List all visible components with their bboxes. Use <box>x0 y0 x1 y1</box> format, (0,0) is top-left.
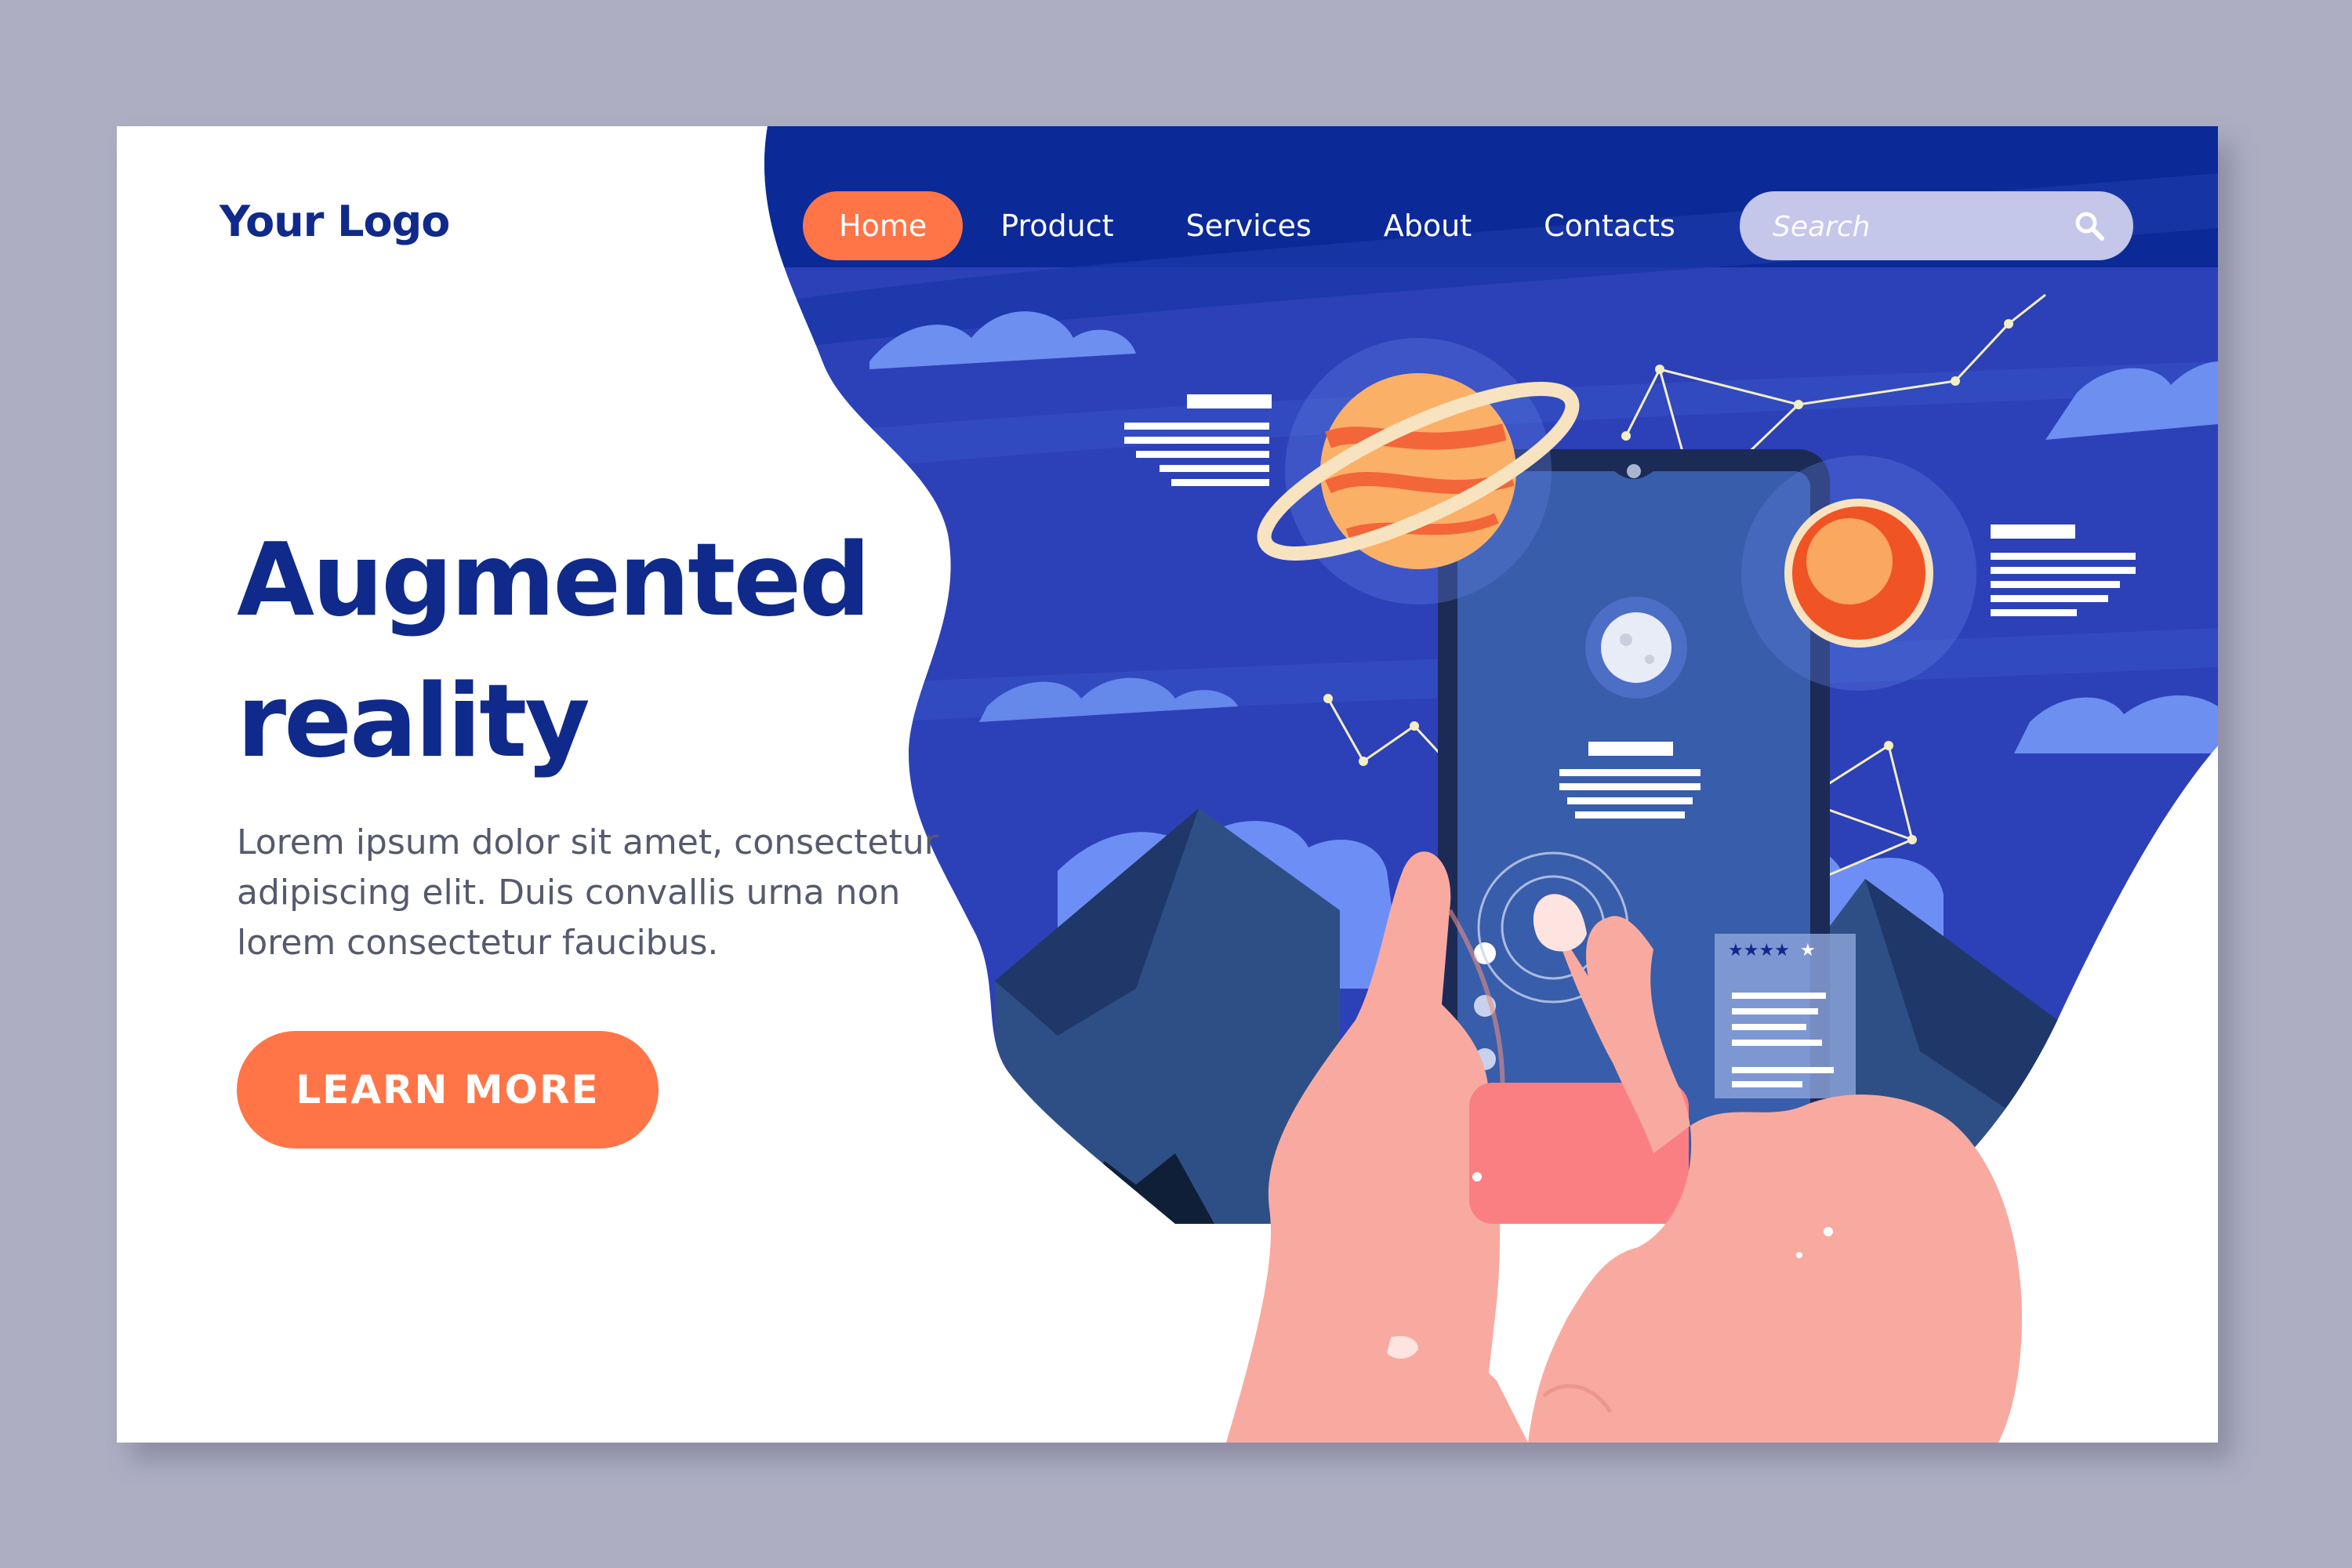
hero-title-line1: Augmented <box>237 522 871 639</box>
hero-description: Lorem ipsum dolor sit amet, consectetur … <box>237 822 938 963</box>
hero-title-line2: reality <box>237 663 590 780</box>
hero-title: Augmented reality <box>237 510 1099 793</box>
search-icon[interactable] <box>2074 210 2105 241</box>
nav-services[interactable]: Services <box>1150 191 1348 260</box>
sun-planet <box>1741 456 1976 691</box>
nav-about[interactable]: About <box>1348 191 1508 260</box>
moon-planet <box>1585 597 1687 699</box>
nav-contacts[interactable]: Contacts <box>1508 191 1711 260</box>
svg-text:★★★★: ★★★★ <box>1728 941 1790 960</box>
logo-text[interactable]: Your Logo <box>220 197 450 246</box>
learn-more-button[interactable]: LEARN MORE <box>237 1031 659 1149</box>
svg-text:★: ★ <box>1800 941 1816 960</box>
search-box[interactable] <box>1740 191 2133 262</box>
nav-home[interactable]: Home <box>803 191 964 260</box>
landing-card: ★★★★ ★ Your Logo Home Product Services A… <box>117 126 2218 1443</box>
main-nav: Home Product Services About Contacts <box>803 191 1711 260</box>
search-input[interactable] <box>1771 191 2072 262</box>
nav-product[interactable]: Product <box>964 191 1149 260</box>
